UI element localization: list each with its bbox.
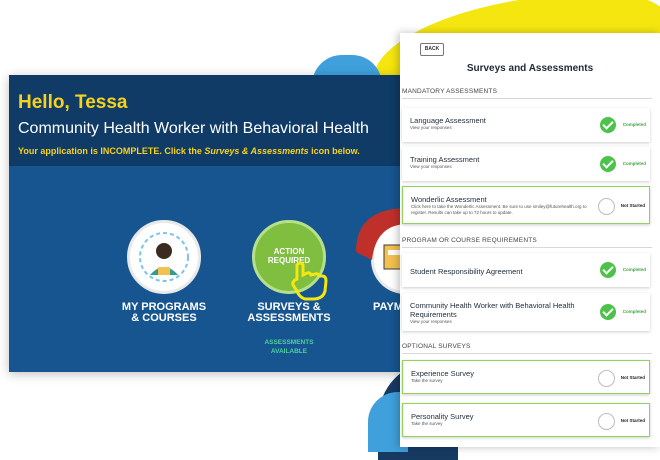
pointing-hand-icon (291, 261, 328, 301)
tile-surveys-assessments[interactable]: ACTION REQUIRED SURVEYS & ASSESSMENTS AS… (229, 220, 349, 356)
surveys-panel: BACK Surveys and Assessments MANDATORY A… (400, 33, 660, 447)
dashboard-header: Hello, Tessa Community Health Worker wit… (9, 75, 401, 166)
status-label: Not Started (620, 418, 645, 423)
status-emphasis: Surveys & Assessments (204, 146, 309, 156)
panel-title: Surveys and Assessments (466, 63, 594, 74)
status-label: Completed (622, 122, 646, 127)
section-heading-program-requirements: PROGRAM OR COURSE REQUIREMENTS (402, 237, 652, 248)
survey-card-personality[interactable]: Personality Survey Take the survey Not S… (402, 403, 650, 437)
dashboard-tiles-area: MY PROGRAMS & COURSES ACTION REQUIRED SU… (9, 166, 401, 372)
assessments-available-line1: ASSESSMENTS (264, 339, 314, 346)
programs-icon (127, 220, 201, 294)
greeting: Hello, Tessa (18, 92, 128, 113)
status-label: Completed (622, 267, 646, 272)
card-subtitle: Click here to take the Wonderlic Assessm… (411, 204, 587, 215)
not-started-circle-icon (598, 413, 615, 430)
requirement-card-chw-requirements[interactable]: Community Health Worker with Behavioral … (402, 293, 650, 331)
completed-check-icon (600, 304, 616, 320)
status-prefix: Your application is INCOMPLETE. Click th… (18, 146, 205, 156)
tile-label-surveys-line2: ASSESSMENTS (247, 312, 331, 324)
tile-label-surveys: SURVEYS & ASSESSMENTS (229, 302, 349, 324)
tile-my-programs[interactable]: MY PROGRAMS & COURSES (104, 220, 224, 324)
back-button[interactable]: BACK (420, 43, 444, 56)
card-title: Community Health Worker with Behavioral … (410, 301, 575, 319)
action-required-badge: ACTION REQUIRED (252, 220, 328, 301)
completed-check-icon (600, 117, 616, 133)
assessment-card-language[interactable]: Language Assessment View your responses … (402, 108, 650, 142)
requirement-card-student-agreement[interactable]: Student Responsibility Agreement Complet… (402, 253, 650, 287)
assessments-available-line2: AVAILABLE (270, 348, 308, 355)
status-label: Completed (622, 161, 646, 166)
completed-check-icon (600, 262, 616, 278)
status-label: Not Started (620, 375, 645, 380)
assessment-card-wonderlic[interactable]: Wonderlic Assessment Click here to take … (402, 186, 650, 224)
dashboard-window: Hello, Tessa Community Health Worker wit… (9, 75, 401, 372)
status-label: Not Started (620, 203, 645, 208)
tile-label-programs-line2: & COURSES (131, 312, 197, 324)
action-text-line1: ACTION (273, 247, 305, 256)
assessments-available-note: ASSESSMENTS AVAILABLE (229, 338, 349, 356)
not-started-circle-icon (598, 198, 615, 215)
tile-label-payments: PAYM (373, 301, 401, 313)
status-label: Completed (622, 309, 646, 314)
assessment-card-training[interactable]: Training Assessment View your responses … (402, 147, 650, 181)
tile-label-programs: MY PROGRAMS & COURSES (104, 302, 224, 324)
section-heading-mandatory: MANDATORY ASSESSMENTS (402, 88, 652, 99)
section-heading-optional: OPTIONAL SURVEYS (402, 343, 652, 354)
status-suffix: icon below. (308, 146, 360, 156)
not-started-circle-icon (598, 370, 615, 387)
completed-check-icon (600, 156, 616, 172)
application-status: Your application is INCOMPLETE. Click th… (18, 146, 401, 156)
program-name: Community Health Worker with Behavioral … (18, 120, 369, 137)
survey-card-experience[interactable]: Experience Survey Take the survey Not St… (402, 360, 650, 394)
